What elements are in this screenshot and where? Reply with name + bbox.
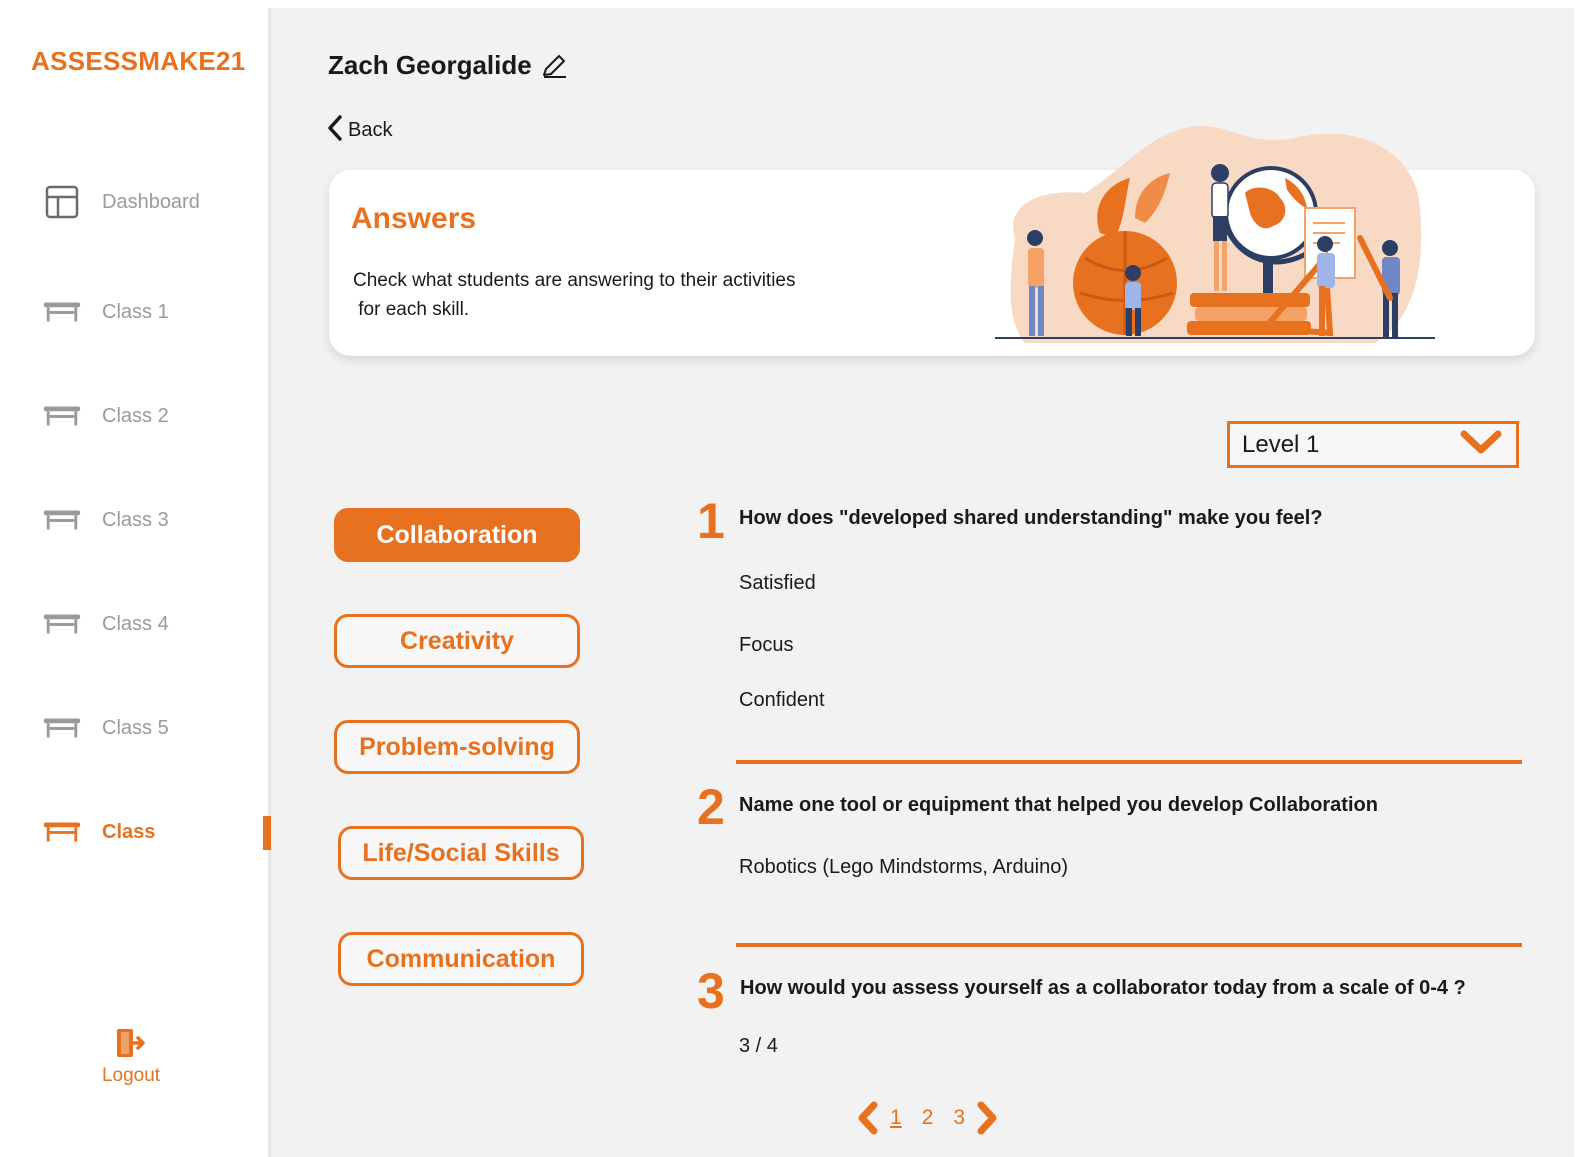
question-number: 2 [697, 779, 725, 835]
hero-description-line: for each skill. [353, 299, 470, 320]
skill-button-creativity[interactable]: Creativity [334, 614, 580, 668]
desk-icon [42, 398, 82, 434]
back-label: Back [348, 119, 393, 141]
answer-text: Confident [739, 689, 825, 711]
question-number: 1 [697, 493, 725, 549]
answer-text: Focus [739, 634, 794, 656]
answer-text: Robotics (Lego Mindstorms, Arduino) [739, 856, 1069, 878]
app-logo[interactable]: ASSESSMAKE21 [31, 46, 246, 77]
page-link-1[interactable]: 1 [890, 1106, 902, 1130]
hero-description-line: Check what students are answering to the… [353, 270, 796, 291]
sidebar-item-label: Class 1 [102, 300, 169, 323]
skill-button-life-social-skills[interactable]: Life/Social Skills [338, 826, 584, 880]
desk-icon [42, 814, 82, 850]
question-text: How would you assess yourself as a colla… [740, 977, 1466, 999]
sidebar-item-class-4[interactable]: Class 4 [42, 604, 169, 644]
chevron-left-icon [326, 114, 344, 147]
question-text: Name one tool or equipment that helped y… [739, 794, 1378, 816]
page-link-3[interactable]: 3 [953, 1106, 965, 1130]
education-illustration [995, 98, 1435, 348]
level-dropdown-value: Level 1 [1242, 430, 1320, 458]
desk-icon [42, 294, 82, 330]
sidebar-item-class-2[interactable]: Class 2 [42, 396, 169, 436]
sidebar-item-class[interactable]: Class [42, 812, 155, 852]
skill-button-communication[interactable]: Communication [338, 932, 584, 986]
sidebar-item-label: Dashboard [102, 190, 200, 213]
hero-title: Answers [351, 202, 477, 235]
sidebar-item-class-3[interactable]: Class 3 [42, 500, 169, 540]
logout-icon [115, 1029, 147, 1062]
chevron-right-icon[interactable] [975, 1100, 999, 1136]
sidebar-item-dashboard[interactable]: Dashboard [42, 182, 200, 222]
sidebar-item-label: Class 5 [102, 716, 169, 739]
dashboard-icon [42, 184, 82, 220]
answer-text: Satisfied [739, 572, 816, 594]
skill-button-problem-solving[interactable]: Problem-solving [334, 720, 580, 774]
level-dropdown[interactable]: Level 1 [1227, 421, 1519, 468]
sidebar-item-label: Class [102, 820, 156, 843]
edit-pencil-icon[interactable] [540, 52, 568, 80]
question-number: 3 [697, 963, 725, 1019]
sidebar-item-class-1[interactable]: Class 1 [42, 292, 169, 332]
sidebar-item-label: Class 2 [102, 404, 169, 427]
question-divider [736, 943, 1522, 947]
desk-icon [42, 710, 82, 746]
answers-hero-card: Answers Check what students are answerin… [329, 125, 1535, 356]
sidebar-item-class-5[interactable]: Class 5 [42, 708, 169, 748]
sidebar [12, 8, 272, 1157]
desk-icon [42, 502, 82, 538]
user-name: Zach Georgalide [328, 50, 532, 80]
chevron-down-icon [1460, 429, 1502, 460]
sidebar-item-label: Class 3 [102, 508, 169, 531]
question-divider [736, 760, 1522, 764]
back-button[interactable]: Back [326, 114, 392, 147]
logout-label: Logout [101, 1065, 161, 1086]
pagination: 1 2 3 [856, 1100, 999, 1136]
desk-icon [42, 606, 82, 642]
chevron-left-icon[interactable] [856, 1100, 880, 1136]
hero-description: Check what students are answering to the… [353, 266, 873, 324]
sidebar-item-label: Class 4 [102, 612, 169, 635]
skill-button-collaboration[interactable]: Collaboration [334, 508, 580, 562]
question-text: How does "developed shared understanding… [739, 507, 1323, 529]
page-link-2[interactable]: 2 [922, 1106, 934, 1130]
logout-button[interactable]: Logout [96, 1028, 166, 1087]
answer-text: 3 / 4 [739, 1035, 778, 1057]
active-nav-indicator [263, 816, 271, 850]
